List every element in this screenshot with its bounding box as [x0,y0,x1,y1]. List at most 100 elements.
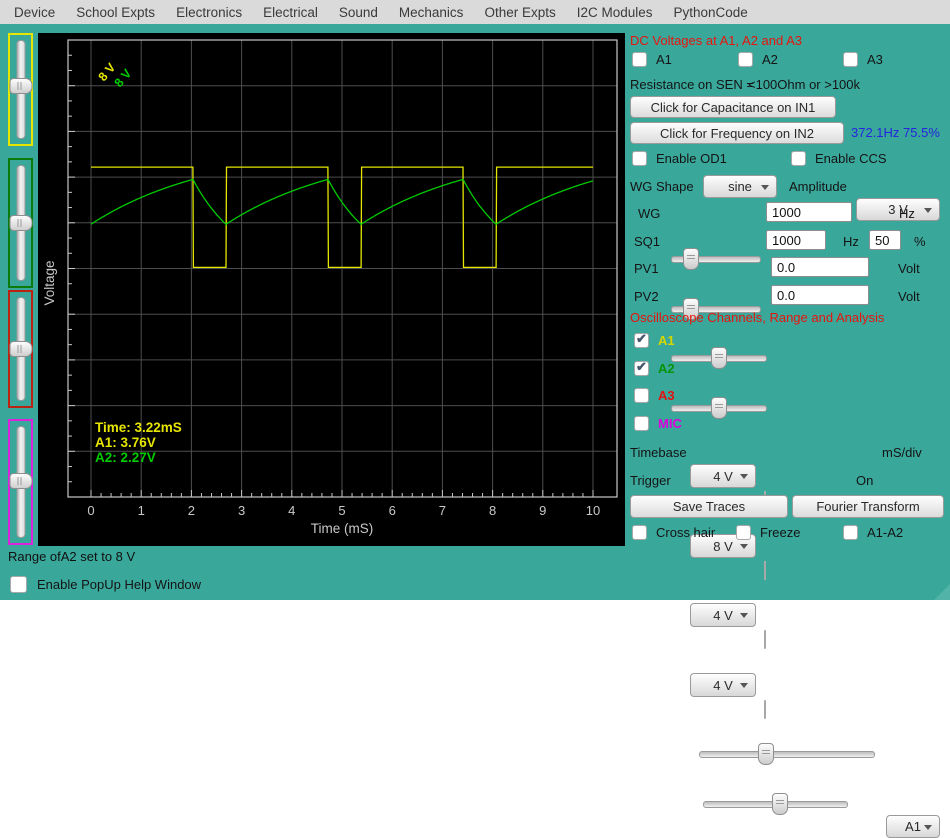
resistance-sen-value: <100Ohm or >100k [748,77,861,92]
pv1-slider[interactable] [671,346,767,369]
pv2-input[interactable]: 0.0 [771,285,869,305]
channel-a2-checkbox[interactable] [634,359,649,376]
sq1-duty-input[interactable]: 50 [869,230,901,250]
wg-slider-thumb[interactable] [682,248,699,270]
wg-frequency-slider[interactable] [671,247,761,270]
enable-ccs-label: Enable CCS [815,151,887,166]
sq1-frequency-input[interactable]: 1000 [766,230,826,250]
channel-a3-row: A3 [634,388,675,403]
menu-electronics[interactable]: Electronics [176,5,242,20]
channel-a2-fit-checkbox[interactable] [764,561,766,580]
fourier-transform-button[interactable]: Fourier Transform [792,495,944,518]
menu-sound[interactable]: Sound [339,5,378,20]
timebase-slider-thumb[interactable] [757,743,774,765]
sq1-label: SQ1 [634,234,661,249]
frequency-in2-button[interactable]: Click for Frequency on IN2 [630,122,844,144]
y-axis-label: Voltage [42,260,57,305]
menu-electrical[interactable]: Electrical [263,5,318,20]
channel-a3-fit-checkbox[interactable] [764,630,766,649]
dc-a2-label: A2 [762,52,778,67]
chevron-down-icon [924,207,932,213]
oscilloscope-display: 0 1 2 3 4 5 6 7 8 9 10 Time (mS) Voltage 8 V 8 V T… [38,33,625,546]
menu-other-expts[interactable]: Other Expts [484,5,555,20]
channel-a3-checkbox[interactable] [634,388,649,403]
pv1-unit-label: Volt [898,261,920,276]
dc-a3-checkbox[interactable] [843,52,858,67]
a1-minus-a2-checkbox[interactable] [843,525,858,540]
a1-vertical-slider[interactable] [8,33,33,146]
svg-text:4: 4 [288,503,295,518]
sq1-unit-label: Hz [843,234,859,249]
capacitance-in1-button[interactable]: Click for Capacitance on IN1 [630,96,836,118]
trigger-slider-thumb[interactable] [771,793,788,815]
freeze-checkbox[interactable] [736,525,751,540]
enable-od1-label: Enable OD1 [656,151,727,166]
wg-frequency-input[interactable]: 1000 [766,202,852,222]
channel-a2-row: A2 [634,359,675,376]
dc-a1-checkbox[interactable] [632,52,647,67]
a1-slider-thumb[interactable] [9,78,32,95]
menu-mechanics[interactable]: Mechanics [399,5,464,20]
trigger-slider[interactable] [703,792,848,815]
channel-mic-fit-checkbox[interactable] [764,700,766,719]
dc-a2-checkbox[interactable] [738,52,753,67]
a3-vertical-slider[interactable] [8,290,33,408]
menu-school-expts[interactable]: School Expts [76,5,155,20]
channel-a1-checkbox[interactable] [634,331,649,348]
pv2-slider-thumb[interactable] [711,397,727,419]
resize-grip[interactable] [934,584,950,600]
channel-mic-checkbox[interactable] [634,416,649,431]
dc-a3-label: A3 [867,52,883,67]
frequency-readout: 372.1Hz 75.5% [851,125,940,140]
a2-vertical-slider[interactable] [8,158,33,288]
channel-mic-range-dropdown[interactable]: 4 V [690,673,756,697]
dc-a1-label: A1 [656,52,672,67]
channel-a2-range-value: 8 V [713,538,733,554]
timebase-slider[interactable] [699,742,875,765]
a3-slider-thumb[interactable] [9,341,32,357]
channel-a3-label: A3 [658,388,675,403]
wg-unit-label: Hz [899,206,915,221]
dc-a3-check-row: A3 [843,52,883,67]
svg-text:9: 9 [539,503,546,518]
dc-a1-check-row: A1 [632,52,672,67]
popup-help-checkbox[interactable] [10,576,27,593]
pv2-label: PV2 [634,289,659,304]
mic-vertical-slider[interactable] [8,419,33,545]
wg-shape-dropdown[interactable]: sine [703,175,777,198]
enable-ccs-row: Enable CCS [791,151,887,166]
chevron-down-icon [740,613,748,618]
channel-a3-range-dropdown[interactable]: 4 V [690,603,756,627]
channel-mic-range-value: 4 V [713,677,733,693]
chevron-down-icon [924,824,932,830]
pv2-slider[interactable] [671,396,767,419]
freeze-label: Freeze [760,525,801,540]
trigger-channel-dropdown[interactable]: A1 [886,815,940,838]
enable-od1-checkbox[interactable] [632,151,647,166]
svg-text:0: 0 [87,503,94,518]
menu-i2c-modules[interactable]: I2C Modules [577,5,653,20]
crosshair-label: Cross hair [656,525,716,540]
chevron-down-icon [740,544,748,549]
save-traces-button[interactable]: Save Traces [630,495,788,518]
crosshair-row: Cross hair [632,525,715,540]
readout-a2: A2: 2.27V [95,450,156,465]
pv1-slider-thumb[interactable] [711,347,727,369]
a2-slider-thumb[interactable] [9,215,32,231]
enable-ccs-checkbox[interactable] [791,151,806,166]
crosshair-checkbox[interactable] [632,525,647,540]
sq1-duty-unit-label: % [914,234,926,249]
popup-help-label: Enable PopUp Help Window [37,577,202,592]
a1-minus-a2-row: A1-A2 [843,525,903,540]
channel-a1-range-dropdown[interactable]: 4 V [690,464,756,488]
menu-bar: Device School Expts Electronics Electric… [0,0,950,24]
pv1-input[interactable]: 0.0 [771,257,869,277]
menu-device[interactable]: Device [14,5,55,20]
menu-pythoncode[interactable]: PythonCode [674,5,748,20]
chevron-down-icon [740,683,748,688]
freeze-row: Freeze [736,525,800,540]
trigger-channel-value: A1 [905,819,921,834]
mic-slider-thumb[interactable] [9,472,32,489]
amplitude-dropdown[interactable]: 3 V [856,198,940,221]
channel-a3-range-value: 4 V [713,607,733,623]
